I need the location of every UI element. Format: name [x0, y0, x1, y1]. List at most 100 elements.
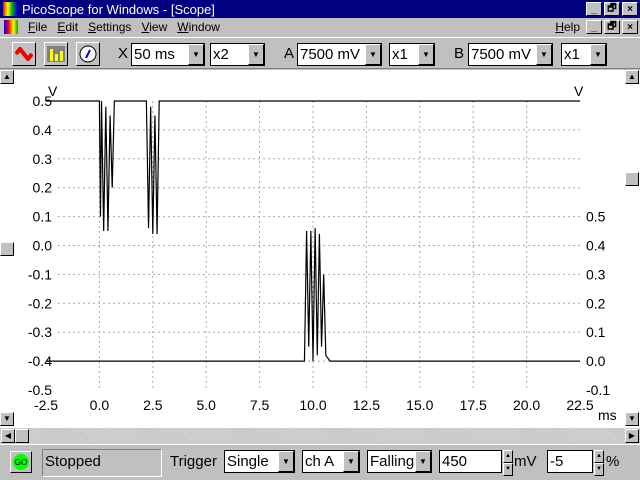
left-y-tick-label: 0.0: [33, 238, 53, 254]
left-y-tick-label: -0.5: [28, 382, 52, 398]
left-y-tick-label: 0.1: [33, 209, 53, 225]
channel-a-range-select[interactable]: 7500 mV ▼: [297, 43, 382, 66]
doc-maximize-button[interactable]: 🗗: [604, 20, 620, 34]
trigger-mode-select[interactable]: Single ▼: [224, 450, 295, 473]
channel-b-multiplier-select[interactable]: x1 ▼: [561, 43, 607, 66]
x-tick-label: 17.5: [460, 397, 487, 413]
trigger-mode-value: Single: [227, 453, 269, 470]
spectrum-mode-button[interactable]: [44, 42, 68, 66]
channel-b-multiplier-value: x1: [564, 46, 580, 63]
scroll-left-icon[interactable]: ◀: [1, 429, 15, 443]
minimize-button[interactable]: _: [586, 2, 602, 16]
spin-up-icon[interactable]: ▲: [594, 450, 604, 463]
channel-a-multiplier-value: x1: [392, 46, 408, 63]
doc-minimize-button[interactable]: _: [586, 20, 602, 34]
channel-b-label: B: [454, 45, 465, 62]
toolbar: X 50 ms ▼ x2 ▼ A 7500 mV ▼ x1 ▼ B 7500 mV ▼ x…: [0, 37, 640, 69]
chevron-down-icon[interactable]: ▼: [590, 44, 606, 65]
maximize-button[interactable]: 🗗: [604, 2, 620, 16]
scroll-thumb[interactable]: [0, 242, 14, 256]
x-tick-label: 2.5: [143, 397, 163, 413]
left-axis-unit: V: [48, 83, 58, 99]
left-scrollbar[interactable]: ▲ ▼: [0, 70, 14, 428]
meter-dial-icon: [79, 45, 97, 63]
trigger-channel-value: ch A: [305, 453, 335, 470]
scope-mode-button[interactable]: [12, 42, 36, 66]
chevron-down-icon[interactable]: ▼: [343, 451, 359, 472]
channel-a-range-value: 7500 mV: [300, 46, 361, 63]
scope-wave-icon: [15, 47, 33, 61]
x-tick-label: -2.5: [34, 397, 58, 413]
title-bar: PicoScope for Windows - [Scope] _ 🗗 ×: [0, 0, 640, 18]
right-y-tick-label: 0.4: [586, 238, 606, 254]
chevron-down-icon[interactable]: ▼: [188, 44, 204, 65]
scope-plot[interactable]: -2.5 0.0 2.5 5.0 7.5 10.0 12.5 15.0 17.5 20.0 22.5…: [0, 70, 640, 428]
trigger-level-unit: mV: [514, 453, 537, 470]
scroll-down-icon[interactable]: ▼: [0, 412, 14, 426]
go-icon: GO: [13, 454, 29, 470]
right-y-tick-label: -0.1: [586, 382, 610, 398]
trigger-delay-input[interactable]: -5: [547, 450, 593, 473]
x-multiplier-value: x2: [213, 46, 229, 63]
chevron-down-icon[interactable]: ▼: [415, 451, 431, 472]
menu-edit[interactable]: Edit: [57, 20, 78, 34]
trigger-level-input[interactable]: 450: [439, 450, 502, 473]
left-y-tick-label: -0.1: [28, 266, 52, 282]
right-y-tick-label: 0.0: [586, 353, 606, 369]
x-tick-label: 22.5: [566, 397, 593, 413]
trigger-edge-select[interactable]: Falling ▼: [367, 450, 432, 473]
app-icon: [3, 2, 17, 16]
scroll-up-icon[interactable]: ▲: [0, 70, 14, 84]
menu-help[interactable]: Help: [555, 20, 580, 34]
right-axis-unit: V: [574, 83, 584, 99]
doc-close-button[interactable]: ×: [622, 20, 638, 34]
x-tick-label: 20.0: [513, 397, 540, 413]
menu-settings[interactable]: Settings: [88, 20, 131, 34]
left-y-tick-label: -0.3: [28, 324, 52, 340]
scroll-down-icon[interactable]: ▼: [625, 412, 639, 426]
x-tick-label: 5.0: [196, 397, 216, 413]
chevron-down-icon[interactable]: ▼: [365, 44, 381, 65]
left-y-tick-label: 0.3: [33, 151, 53, 167]
spin-up-icon[interactable]: ▲: [503, 450, 513, 463]
right-scrollbar[interactable]: ▲ ▼: [624, 70, 640, 428]
chevron-down-icon[interactable]: ▼: [278, 451, 294, 472]
spin-down-icon[interactable]: ▼: [594, 463, 604, 476]
trigger-edge-value: Falling: [370, 453, 415, 470]
x-tick-label: 10.0: [299, 397, 326, 413]
menu-bar: File Edit Settings View Window Help _ 🗗 …: [0, 18, 640, 36]
scroll-right-icon[interactable]: ▶: [625, 429, 639, 443]
timebase-value: 50 ms: [134, 46, 175, 63]
waveform-chart: -2.5 0.0 2.5 5.0 7.5 10.0 12.5 15.0 17.5 20.0 22.5…: [28, 83, 617, 423]
x-tick-label: 0.0: [90, 397, 110, 413]
chevron-down-icon[interactable]: ▼: [248, 44, 264, 65]
timebase-select[interactable]: 50 ms ▼: [131, 43, 205, 66]
right-y-tick-label: 0.3: [586, 266, 606, 282]
window-title: PicoScope for Windows - [Scope]: [22, 1, 215, 17]
spin-down-icon[interactable]: ▼: [503, 463, 513, 476]
menu-window[interactable]: Window: [177, 20, 220, 34]
trigger-level-spinner[interactable]: ▲ ▼: [503, 450, 513, 476]
trigger-channel-select[interactable]: ch A ▼: [302, 450, 360, 473]
menu-view[interactable]: View: [141, 20, 167, 34]
right-y-tick-label: 0.2: [586, 295, 606, 311]
go-button[interactable]: GO: [10, 451, 32, 473]
scroll-up-icon[interactable]: ▲: [625, 70, 639, 84]
menu-file[interactable]: File: [28, 20, 47, 34]
channel-a-multiplier-select[interactable]: x1 ▼: [389, 43, 435, 66]
chevron-down-icon[interactable]: ▼: [536, 44, 552, 65]
scroll-thumb[interactable]: [625, 172, 639, 186]
channel-b-range-select[interactable]: 7500 mV ▼: [468, 43, 553, 66]
x-multiplier-select[interactable]: x2 ▼: [210, 43, 265, 66]
x-axis-unit: ms: [598, 407, 617, 423]
document-icon[interactable]: [4, 20, 18, 34]
chevron-down-icon[interactable]: ▼: [418, 44, 434, 65]
x-label: X: [118, 45, 129, 62]
meter-mode-button[interactable]: [76, 42, 100, 66]
trigger-delay-spinner[interactable]: ▲ ▼: [594, 450, 604, 476]
trigger-label: Trigger: [170, 453, 217, 470]
x-tick-label: 7.5: [250, 397, 270, 413]
horizontal-scrollbar[interactable]: ◀ ▶: [0, 428, 640, 444]
close-button[interactable]: ×: [622, 2, 638, 16]
scroll-thumb[interactable]: [15, 429, 29, 443]
